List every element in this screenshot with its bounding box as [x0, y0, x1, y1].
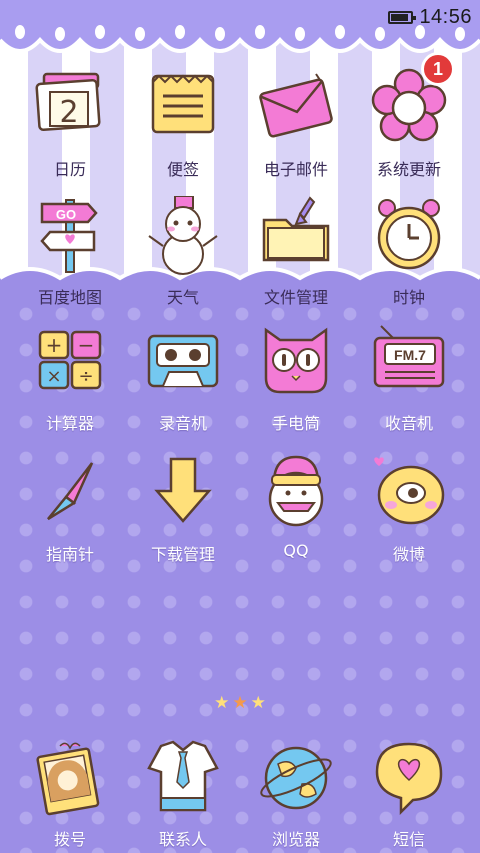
app-contacts[interactable]: 联系人	[123, 738, 243, 853]
app-label: 微博	[392, 545, 425, 564]
app-dialer[interactable]: 拨号	[10, 738, 130, 853]
app-label: 文件管理	[263, 288, 328, 307]
cassette-recorder-icon	[143, 322, 223, 402]
owl-flashlight-icon	[256, 322, 336, 402]
envelope-icon	[256, 68, 336, 148]
folder-icon	[256, 196, 336, 276]
app-flashlight[interactable]: 手电筒	[236, 322, 356, 452]
app-label: 计算器	[45, 414, 94, 433]
app-recorder[interactable]: 录音机	[123, 322, 243, 452]
battery-icon	[388, 10, 417, 24]
app-messages[interactable]: 短信	[349, 738, 469, 853]
calendar-icon: 2	[30, 68, 110, 148]
notification-badge: 1	[421, 52, 455, 86]
app-label: 浏览器	[271, 830, 320, 849]
app-baidu-map[interactable]: GO 百度地图	[10, 196, 130, 326]
app-label: 系统更新	[376, 160, 441, 179]
heart-message-icon	[369, 738, 449, 818]
app-download-manager[interactable]: 下载管理	[123, 453, 243, 583]
page-dot-2-current[interactable]: ★	[232, 693, 247, 713]
app-weibo[interactable]: 微博	[349, 453, 469, 583]
app-label: 天气	[166, 288, 199, 307]
app-label: 便签	[166, 160, 199, 179]
app-qq[interactable]: QQ	[236, 453, 356, 583]
app-label: 时钟	[392, 288, 425, 307]
contacts-shirt-icon	[143, 738, 223, 818]
calculator-icon: + − × ÷	[30, 322, 110, 402]
app-label: 电子邮件	[263, 160, 328, 179]
app-file-manager[interactable]: 文件管理	[236, 196, 356, 326]
app-calendar[interactable]: 2 日历	[10, 68, 130, 198]
svg-text:2: 2	[59, 95, 78, 130]
svg-text:GO: GO	[56, 207, 76, 222]
app-label: 下载管理	[150, 545, 215, 564]
app-weather[interactable]: 天气	[123, 195, 243, 326]
app-label: 收音机	[384, 414, 433, 433]
page-dot-1[interactable]: ★	[214, 693, 229, 713]
app-calculator[interactable]: + − × ÷ 计算器	[10, 322, 130, 452]
phone-photo-icon	[30, 738, 110, 818]
app-label: 录音机	[158, 414, 207, 433]
app-label: 拨号	[53, 830, 86, 849]
status-time: 14:56	[419, 5, 472, 28]
app-notepad[interactable]: 便签	[123, 68, 243, 198]
globe-browser-icon	[256, 738, 336, 818]
app-label: 短信	[392, 830, 425, 849]
page-dot-3[interactable]: ★	[251, 693, 266, 713]
compass-needle-icon	[30, 453, 110, 533]
app-radio[interactable]: FM.7 收音机	[349, 322, 469, 452]
notepad-icon	[143, 68, 223, 148]
flower-update-icon: 1	[369, 52, 455, 148]
app-label: 指南针	[45, 545, 94, 564]
app-label: 百度地图	[37, 288, 102, 307]
app-compass[interactable]: 指南针	[10, 453, 130, 583]
svg-text:+: +	[46, 333, 63, 357]
weibo-eye-icon	[369, 453, 449, 533]
status-bar: 14:56	[0, 0, 480, 34]
snowman-weather-icon	[143, 195, 223, 276]
app-email[interactable]: 电子邮件	[236, 68, 356, 198]
app-clock[interactable]: 时钟	[349, 196, 469, 326]
app-label: 手电筒	[271, 414, 320, 433]
qq-penguin-icon	[256, 453, 336, 533]
app-label: 日历	[53, 160, 86, 179]
svg-text:FM.7: FM.7	[394, 347, 426, 363]
svg-text:×: ×	[46, 366, 61, 387]
svg-text:−: −	[78, 333, 95, 357]
radio-icon: FM.7	[369, 322, 449, 402]
svg-text:÷: ÷	[78, 366, 93, 387]
app-label: 联系人	[158, 830, 207, 849]
download-arrow-icon	[143, 453, 223, 533]
app-system-update[interactable]: 1 系统更新	[349, 52, 469, 198]
alarm-clock-icon	[369, 196, 449, 276]
page-indicator[interactable]: ★ ★ ★	[0, 693, 480, 713]
app-browser[interactable]: 浏览器	[236, 738, 356, 853]
signpost-map-icon: GO	[30, 196, 110, 276]
app-label: QQ	[283, 541, 309, 560]
